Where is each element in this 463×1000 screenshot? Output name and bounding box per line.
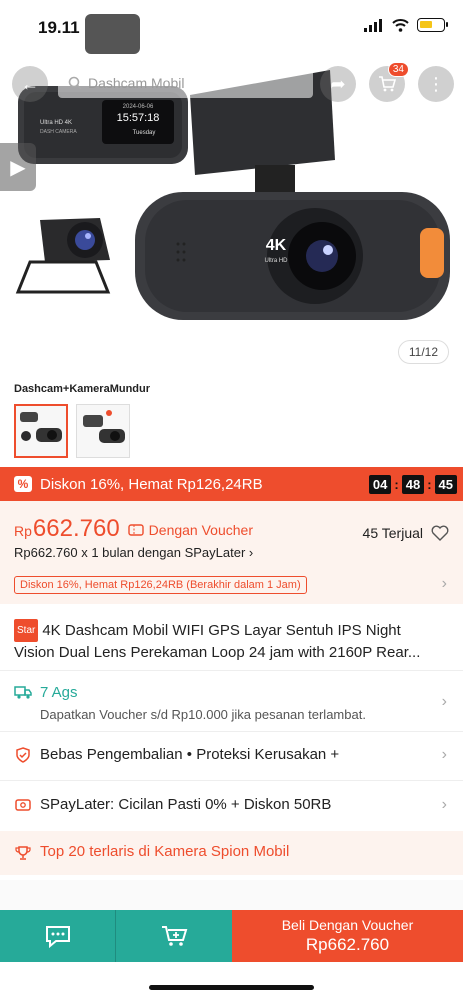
promo-pill[interactable]: Diskon 16%, Hemat Rp126,24RB (Berakhir d… (14, 576, 307, 594)
flash-sale-banner: % Diskon 16%, Hemat Rp126,24RB 04 : 48 :… (0, 467, 463, 501)
thumb-image (20, 412, 62, 442)
price-section: Rp 662.760 Dengan Voucher 45 Terjual Rp6… (0, 501, 463, 604)
variant-thumb-1[interactable] (14, 404, 68, 458)
top-bar: ← Dashcam Mobil ➦ 34 ⋮ (0, 62, 463, 108)
top-seller-row[interactable]: Top 20 terlaris di Kamera Spion Mobil (0, 831, 463, 875)
status-time: 19.11 (38, 18, 80, 37)
heart-icon[interactable] (431, 525, 449, 541)
product-title-line2: Vision Dual Lens Perekaman Loop 24 jam w… (14, 644, 421, 661)
installment-icon (14, 796, 32, 814)
back-arrow-icon: ← (21, 73, 39, 94)
search-icon (68, 76, 82, 90)
price-currency: Rp (14, 523, 32, 539)
product-photo: 2024-06-06 15:57:18 Tuesday Ultra HD 4K … (15, 14, 450, 320)
svg-text:15:57:18: 15:57:18 (117, 112, 160, 124)
timer-minutes: 48 (401, 475, 425, 494)
sold-count: 45 Terjual (363, 525, 449, 541)
timer-seconds: 45 (434, 475, 457, 494)
chevron-right-icon: › (248, 545, 254, 560)
home-indicator (149, 985, 314, 990)
add-cart-icon (162, 926, 188, 946)
video-play-button[interactable]: ▶ (0, 143, 36, 191)
voucher-icon (127, 524, 144, 536)
wifi-icon (392, 18, 409, 32)
price-amount: 662.760 (32, 515, 120, 542)
product-image-gallery[interactable]: 2024-06-06 15:57:18 Tuesday Ultra HD 4K … (0, 0, 463, 375)
variant-thumb-2[interactable] (76, 404, 130, 458)
image-counter: 11/12 (397, 340, 449, 364)
spaylater-row[interactable]: SPayLater: Cicilan Pasti 0% + Diskon 50R… (0, 794, 463, 818)
top-seller-text: Top 20 terlaris di Kamera Spion Mobil (40, 843, 290, 860)
cart-button[interactable]: 34 (369, 62, 409, 102)
svg-text:DASH CAMERA: DASH CAMERA (40, 129, 77, 135)
product-title: Star 4K Dashcam Mobil WIFI GPS Layar Sent… (14, 619, 454, 663)
svg-text:Ultra HD: Ultra HD (264, 258, 288, 264)
status-icons (364, 18, 448, 32)
buy-price: Rp662.760 (305, 935, 390, 954)
bottom-action-bar: Beli Dengan Voucher Rp662.760 (0, 910, 463, 962)
spaylater-text: SPayLater: Cicilan Pasti 0% + Diskon 50R… (40, 796, 332, 813)
chevron-right-icon: › (441, 796, 447, 813)
buy-with-voucher-button[interactable]: Beli Dengan Voucher Rp662.760 (232, 910, 463, 962)
back-button[interactable]: ← (12, 66, 48, 102)
shipping-truck-icon (14, 683, 32, 701)
thumb-image (83, 410, 125, 443)
buy-label: Beli Dengan Voucher (281, 917, 414, 933)
cart-icon (379, 76, 396, 92)
product-title-line1: 4K Dashcam Mobil WIFI GPS Layar Sentuh I… (42, 622, 401, 639)
timer-hours: 04 (368, 475, 392, 494)
return-protection-text: Bebas Pengembalian • Proteksi Kerusakan … (40, 746, 340, 763)
variant-thumbnails (14, 404, 130, 458)
flash-sale-text: Diskon 16%, Hemat Rp126,24RB (40, 475, 263, 493)
star-seller-badge: Star (14, 619, 39, 642)
next-section-peek (0, 880, 463, 910)
discount-icon: % (14, 476, 32, 492)
voucher-text: Dengan Voucher (148, 522, 253, 538)
add-to-cart-button[interactable] (116, 910, 232, 962)
share-icon: ➦ (330, 73, 346, 94)
share-button[interactable]: ➦ (320, 66, 356, 102)
shipping-row[interactable]: 7 Ags Dapatkan Voucher s/d Rp10.000 jika… (0, 681, 463, 729)
svg-text:Tuesday: Tuesday (133, 130, 156, 136)
spaylater-installment-link[interactable]: Rp662.760 x 1 bulan dengan SPayLater › (14, 545, 253, 560)
shipping-voucher-note: Dapatkan Voucher s/d Rp10.000 jika pesan… (40, 707, 366, 722)
chevron-right-icon: › (441, 575, 447, 592)
sold-text: 45 Terjual (362, 525, 423, 541)
svg-text:Ultra HD 4K: Ultra HD 4K (40, 120, 72, 126)
variant-label: Dashcam+KameraMundur (14, 383, 151, 395)
search-bar[interactable]: Dashcam Mobil (58, 68, 313, 98)
chevron-right-icon: › (441, 693, 447, 710)
trophy-icon (14, 844, 32, 862)
status-bar: 19.11 (0, 0, 463, 50)
price-row: Rp 662.760 Dengan Voucher (14, 515, 253, 543)
spaylater-installment-text: Rp662.760 x 1 bulan dengan SPayLater (14, 545, 246, 560)
return-protection-row[interactable]: Bebas Pengembalian • Proteksi Kerusakan … (0, 744, 463, 768)
more-button[interactable]: ⋮ (418, 66, 454, 102)
voucher-tag: Dengan Voucher (127, 522, 253, 538)
battery-icon (417, 18, 448, 32)
play-icon: ▶ (10, 156, 26, 179)
chevron-right-icon: › (441, 746, 447, 763)
shipping-date: 7 Ags (40, 684, 78, 701)
search-placeholder: Dashcam Mobil (88, 75, 185, 91)
countdown-timer: 04 : 48 : 45 (368, 475, 457, 494)
more-icon: ⋮ (427, 73, 445, 94)
shield-icon (14, 746, 32, 764)
chat-button[interactable] (0, 910, 116, 962)
cart-count-badge: 34 (387, 62, 409, 77)
signal-icon (364, 18, 382, 32)
svg-text:4K: 4K (266, 237, 287, 254)
chat-icon (45, 926, 70, 948)
